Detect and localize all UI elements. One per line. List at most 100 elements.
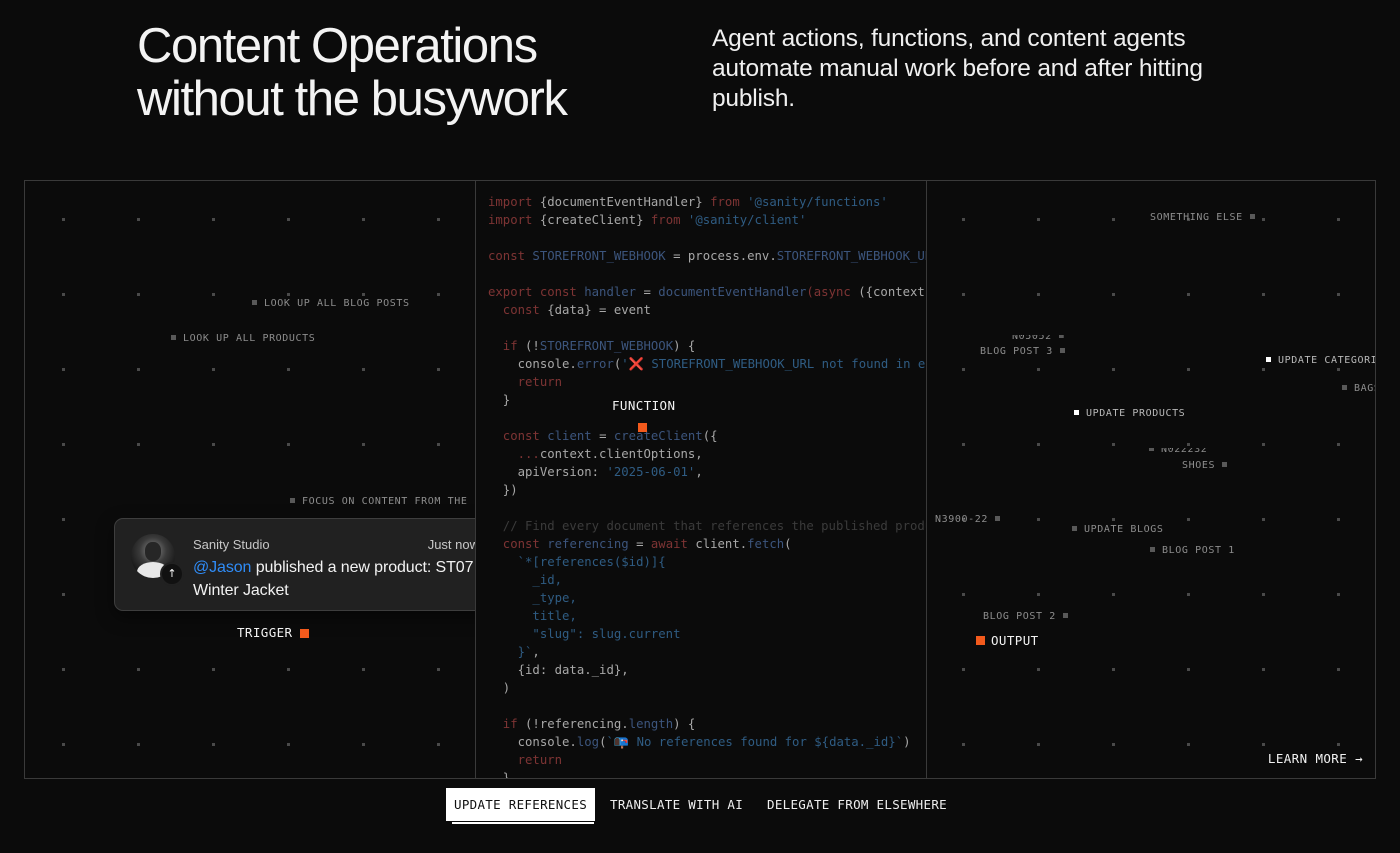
grid-dot bbox=[437, 668, 440, 671]
code-line: const referencing = await client.fetch( bbox=[488, 537, 792, 551]
grid-dot bbox=[362, 743, 365, 746]
grid-dot bbox=[212, 218, 215, 221]
grid-dot bbox=[1337, 218, 1340, 221]
grid-dot bbox=[1337, 443, 1340, 446]
page-description: Agent actions, functions, and content ag… bbox=[712, 25, 1203, 112]
code-line: import {createClient} from '@sanity/clie… bbox=[488, 213, 807, 227]
grid-dot bbox=[1037, 668, 1040, 671]
grid-dot bbox=[1037, 443, 1040, 446]
grid-dot bbox=[1262, 368, 1265, 371]
output-node-icon bbox=[976, 636, 985, 645]
code-line: if (!STOREFRONT_WEBHOOK) { bbox=[488, 339, 696, 353]
grid-dot bbox=[1262, 743, 1265, 746]
code-line: return bbox=[488, 375, 563, 389]
grid-dot bbox=[437, 368, 440, 371]
grid-dot bbox=[287, 368, 290, 371]
code-line: export const handler = documentEventHand… bbox=[488, 285, 927, 299]
tag-shoes: SHOES bbox=[1182, 460, 1228, 471]
workflow-diagram: LOOK UP ALL BLOG POSTS LOOK UP ALL PRODU… bbox=[24, 180, 1376, 779]
grid-dot bbox=[962, 293, 965, 296]
grid-dot bbox=[212, 668, 215, 671]
grid-dot bbox=[1112, 368, 1115, 371]
grid-dot bbox=[1037, 293, 1040, 296]
grid-dot bbox=[962, 443, 965, 446]
code-line: ) bbox=[488, 681, 511, 695]
tag-bags: BAGS bbox=[1342, 383, 1375, 394]
code-line: console.error('❌ STOREFRONT_WEBHOOK_URL … bbox=[488, 357, 927, 371]
grid-dot bbox=[1037, 368, 1040, 371]
grid-dot bbox=[137, 668, 140, 671]
code-line: const client = createClient({ bbox=[488, 429, 718, 443]
grid-dot bbox=[62, 218, 65, 221]
tag-n3900-22: N3900-22 bbox=[935, 514, 1000, 525]
grid-dot bbox=[212, 443, 215, 446]
grid-dot bbox=[1187, 743, 1190, 746]
grid-dot bbox=[1112, 443, 1115, 446]
code-line: }) bbox=[488, 483, 518, 497]
grid-dot bbox=[1337, 668, 1340, 671]
grid-dot bbox=[1187, 443, 1190, 446]
grid-dot bbox=[212, 368, 215, 371]
grid-dot bbox=[287, 743, 290, 746]
grid-dot bbox=[62, 293, 65, 296]
tab-update-references[interactable]: UPDATE REFERENCES bbox=[446, 788, 596, 821]
arrow-up-icon: ↑ bbox=[160, 562, 184, 586]
trigger-label: TRIGGER bbox=[237, 625, 293, 640]
tag-blog-post-1: BLOG POST 1 bbox=[1150, 545, 1235, 556]
tag-focus-on-content: FOCUS ON CONTENT FROM THE LAS bbox=[290, 496, 475, 507]
grid-dot bbox=[1112, 668, 1115, 671]
grid-dot bbox=[62, 668, 65, 671]
grid-dot bbox=[62, 593, 65, 596]
grid-dot bbox=[1337, 593, 1340, 596]
grid-dot bbox=[362, 668, 365, 671]
notification-card[interactable]: ↑ Sanity Studio Just now @Jason publishe… bbox=[114, 518, 475, 611]
tag-update-products: UPDATE PRODUCTS bbox=[1074, 408, 1185, 419]
page-title: Content Operations without the busywork bbox=[137, 20, 568, 126]
grid-dot bbox=[437, 443, 440, 446]
grid-dot bbox=[62, 518, 65, 521]
page-title-line-2: without the busywork bbox=[137, 72, 568, 126]
grid-dot bbox=[1187, 668, 1190, 671]
grid-dot bbox=[137, 443, 140, 446]
code-line: {id: data._id}, bbox=[488, 663, 629, 677]
grid-dot bbox=[62, 743, 65, 746]
user-mention[interactable]: @Jason bbox=[193, 559, 251, 576]
active-tab-indicator bbox=[452, 822, 594, 824]
grid-dot bbox=[437, 293, 440, 296]
grid-dot bbox=[1337, 743, 1340, 746]
code-line: apiVersion: '2025-06-01', bbox=[488, 465, 703, 479]
grid-dot bbox=[1037, 593, 1040, 596]
tab-delegate-from-elsewhere[interactable]: DELEGATE FROM ELSEWHERE bbox=[767, 788, 947, 821]
grid-dot bbox=[137, 368, 140, 371]
learn-more-link[interactable]: LEARN MORE → bbox=[1268, 751, 1363, 766]
grid-dot bbox=[1112, 593, 1115, 596]
grid-dot bbox=[962, 368, 965, 371]
code-line: // Find every document that references t… bbox=[488, 519, 927, 533]
grid-dot bbox=[962, 593, 965, 596]
tab-translate-with-ai[interactable]: TRANSLATE WITH AI bbox=[610, 788, 743, 821]
grid-dot bbox=[137, 743, 140, 746]
grid-dot bbox=[437, 743, 440, 746]
tag-look-up-blog-posts: LOOK UP ALL BLOG POSTS bbox=[252, 298, 410, 309]
tag-update-blogs: UPDATE BLOGS bbox=[1072, 524, 1163, 535]
grid-dot bbox=[1112, 518, 1115, 521]
code-line: const STOREFRONT_WEBHOOK = process.env.S… bbox=[488, 249, 927, 263]
grid-dot bbox=[1037, 218, 1040, 221]
code-line: }`, bbox=[488, 645, 540, 659]
grid-dot bbox=[1037, 743, 1040, 746]
output-panel: SOMETHING ELSE N05052 BLOG POST 3 UPDATE… bbox=[925, 181, 1375, 778]
grid-dot bbox=[212, 293, 215, 296]
code-line: const {data} = event bbox=[488, 303, 651, 317]
notification-time: Just now bbox=[427, 537, 475, 552]
notification-message: @Jason published a new product: ST07 Win… bbox=[193, 556, 475, 602]
grid-dot bbox=[1187, 293, 1190, 296]
grid-dot bbox=[1112, 218, 1115, 221]
grid-dot bbox=[1337, 518, 1340, 521]
function-panel: import {documentEventHandler} from '@san… bbox=[475, 181, 927, 778]
grid-dot bbox=[287, 668, 290, 671]
grid-dot bbox=[437, 218, 440, 221]
grid-dot bbox=[1112, 293, 1115, 296]
